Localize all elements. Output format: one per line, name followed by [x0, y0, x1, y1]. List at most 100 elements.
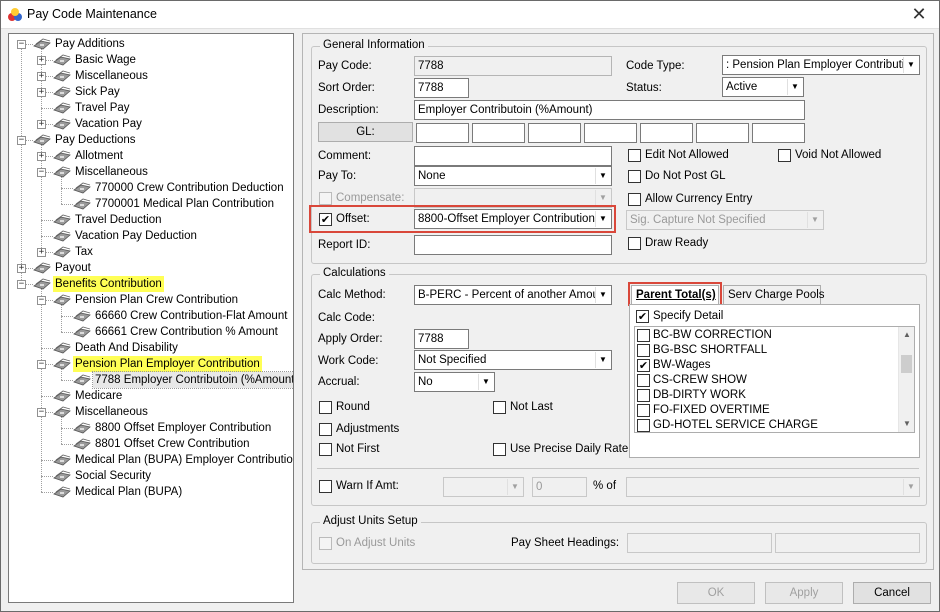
close-icon[interactable]: ✕ [909, 4, 929, 25]
tree-item[interactable]: Allotment [53, 148, 125, 164]
gl-segment-1[interactable] [416, 123, 469, 143]
tree-item[interactable]: Payout [33, 260, 93, 276]
tree-item[interactable]: Pay Deductions [33, 132, 138, 148]
gl-segment-2[interactable] [472, 123, 525, 143]
tree-item[interactable]: Pay Additions [33, 36, 127, 52]
collapse-icon[interactable]: − [37, 168, 46, 177]
list-item[interactable]: BC-BW CORRECTION [637, 328, 772, 343]
status-select[interactable]: Active ▼ [722, 77, 804, 97]
round-checkbox[interactable] [319, 401, 332, 414]
tree-item[interactable]: 66660 Crew Contribution-Flat Amount [73, 308, 289, 324]
list-item[interactable]: CS-CREW SHOW [637, 373, 747, 388]
draw-ready-checkbox[interactable] [628, 237, 641, 250]
cancel-button[interactable]: Cancel [853, 582, 931, 604]
tree-item[interactable]: Medical Plan (BUPA) [53, 484, 184, 500]
expand-icon[interactable]: + [37, 120, 46, 129]
list-item[interactable]: GD-HOTEL SERVICE CHARGE [637, 418, 818, 432]
tree-item[interactable]: 66661 Crew Contribution % Amount [73, 324, 280, 340]
comment-field[interactable] [414, 146, 612, 166]
use-precise-daily-rate-checkbox[interactable] [493, 443, 506, 456]
pay-to-select[interactable]: None ▼ [414, 166, 612, 186]
sig-capture-select[interactable]: Sig. Capture Not Specified ▼ [626, 210, 824, 230]
on-adjust-units-checkbox[interactable] [319, 537, 332, 550]
warn-amount-field[interactable]: 0 [532, 477, 587, 497]
offset-checkbox[interactable]: ✔ [319, 213, 332, 226]
expand-icon[interactable]: + [37, 72, 46, 81]
specify-detail-checkbox[interactable]: ✔ [636, 310, 649, 323]
list-item[interactable]: BG-BSC SHORTFALL [637, 343, 767, 358]
description-field[interactable]: Employer Contributoin (%Amount) [414, 100, 805, 120]
offset-select[interactable]: 8800-Offset Employer Contribution ▼ [414, 209, 612, 229]
list-item-checkbox[interactable] [637, 374, 650, 387]
expand-icon[interactable]: + [17, 264, 26, 273]
apply-order-field[interactable]: 7788 [414, 329, 469, 349]
gl-segment-3[interactable] [528, 123, 581, 143]
void-not-allowed-checkbox[interactable] [778, 149, 791, 162]
pay-code-field[interactable]: 7788 [414, 56, 612, 76]
calc-method-select[interactable]: B-PERC - Percent of another Amount ▼ [414, 285, 612, 305]
collapse-icon[interactable]: − [17, 40, 26, 49]
compensate-checkbox[interactable] [319, 192, 332, 205]
report-id-field[interactable] [414, 235, 612, 255]
not-first-checkbox[interactable] [319, 443, 332, 456]
gl-segment-5[interactable] [640, 123, 693, 143]
collapse-icon[interactable]: − [37, 408, 46, 417]
pay-code-tree[interactable]: − Pay Additions + Basic Wage + Miscellaneous +… [8, 33, 294, 603]
tab-serv-charge-pools[interactable]: Serv Charge Pools [723, 285, 825, 305]
pct-of-select[interactable]: ▼ [626, 477, 920, 497]
list-item[interactable]: DB-DIRTY WORK [637, 388, 746, 403]
tree-item[interactable]: Travel Pay [53, 100, 132, 116]
warn-if-amt-checkbox[interactable] [319, 480, 332, 493]
collapse-icon[interactable]: − [37, 360, 46, 369]
expand-icon[interactable]: + [37, 56, 46, 65]
tree-item[interactable]: Vacation Pay Deduction [53, 228, 199, 244]
gl-button[interactable]: GL: [318, 122, 413, 142]
tree-item[interactable]: Miscellaneous [53, 164, 150, 180]
tree-item[interactable]: Medical Plan (BUPA) Employer Contributio… [53, 452, 293, 468]
gl-segment-7[interactable] [752, 123, 805, 143]
tree-item[interactable]: 8800 Offset Employer Contribution [73, 420, 273, 436]
list-item-checkbox[interactable] [637, 329, 650, 342]
expand-icon[interactable]: + [37, 152, 46, 161]
tree-item[interactable]: Benefits Contribution [33, 276, 164, 292]
tree-item[interactable]: Vacation Pay [53, 116, 144, 132]
tree-item[interactable]: Sick Pay [53, 84, 122, 100]
list-item-checkbox[interactable] [637, 389, 650, 402]
do-not-post-gl-checkbox[interactable] [628, 170, 641, 183]
tree-item[interactable]: Miscellaneous [53, 404, 150, 420]
apply-button[interactable]: Apply [765, 582, 843, 604]
tree-item[interactable]: Pension Plan Crew Contribution [53, 292, 240, 308]
scroll-thumb[interactable] [901, 355, 912, 373]
gl-segment-6[interactable] [696, 123, 749, 143]
tree-item[interactable]: 7788 Employer Contributoin (%Amount) [73, 371, 293, 389]
scroll-up-icon[interactable]: ▲ [899, 327, 914, 343]
tree-item[interactable]: 8801 Offset Crew Contribution [73, 436, 251, 452]
accrual-select[interactable]: No ▼ [414, 372, 495, 392]
list-item[interactable]: ✔ BW-Wages [637, 358, 711, 373]
ok-button[interactable]: OK [677, 582, 755, 604]
expand-icon[interactable]: + [37, 248, 46, 257]
gl-segment-4[interactable] [584, 123, 637, 143]
tree-item[interactable]: Travel Deduction [53, 212, 164, 228]
list-item-checkbox[interactable] [637, 419, 650, 432]
expand-icon[interactable]: + [37, 88, 46, 97]
list-item-checkbox[interactable] [637, 404, 650, 417]
sort-order-field[interactable]: 7788 [414, 78, 469, 98]
work-code-select[interactable]: Not Specified ▼ [414, 350, 612, 370]
tree-item[interactable]: Pension Plan Employer Contribution [53, 356, 262, 372]
adjustments-checkbox[interactable] [319, 423, 332, 436]
list-item-checkbox[interactable]: ✔ [637, 359, 650, 372]
pay-sheet-heading-1[interactable] [627, 533, 772, 553]
tree-item[interactable]: Social Security [53, 468, 153, 484]
tree-item[interactable]: Basic Wage [53, 52, 138, 68]
allow-currency-entry-checkbox[interactable] [628, 193, 641, 206]
edit-not-allowed-checkbox[interactable] [628, 149, 641, 162]
tree-item[interactable]: Tax [53, 244, 95, 260]
collapse-icon[interactable]: − [37, 296, 46, 305]
warn-operator-select[interactable]: ▼ [443, 477, 524, 497]
tree-item[interactable]: 7700001 Medical Plan Contribution [73, 196, 276, 212]
list-scrollbar[interactable]: ▲ ▼ [898, 327, 914, 432]
collapse-icon[interactable]: − [17, 280, 26, 289]
list-item-checkbox[interactable] [637, 344, 650, 357]
collapse-icon[interactable]: − [17, 136, 26, 145]
